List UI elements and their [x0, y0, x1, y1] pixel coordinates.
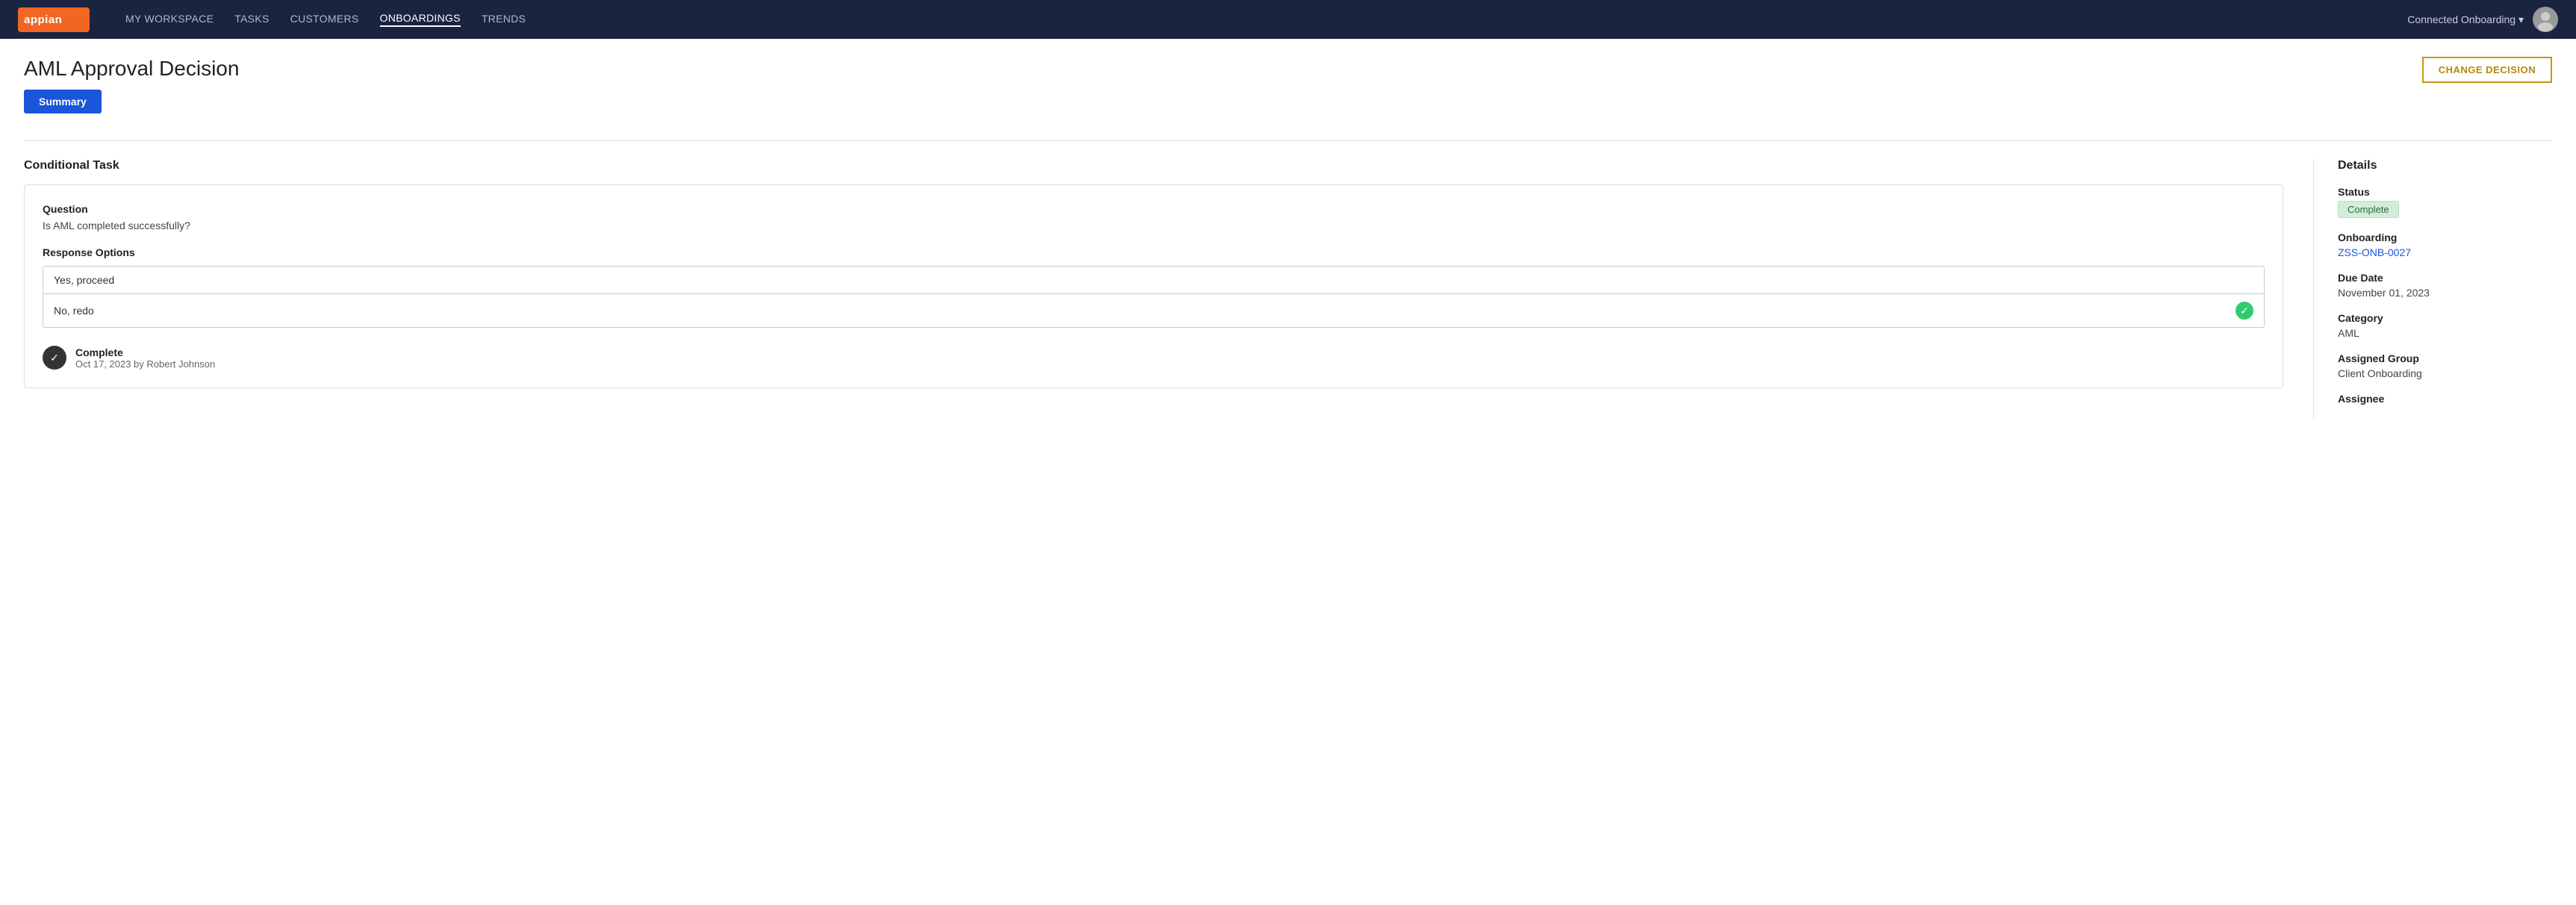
page-content: AML Approval Decision Summary CHANGE DEC… — [0, 39, 2576, 905]
title-section: AML Approval Decision Summary — [24, 57, 239, 128]
conditional-task-card: Question Is AML completed successfully? … — [24, 184, 2283, 388]
assigned-group-label: Assigned Group — [2338, 352, 2552, 364]
divider — [24, 140, 2552, 141]
response-option-yes[interactable]: Yes, proceed — [43, 266, 2265, 294]
onboarding-field: Onboarding ZSS-ONB-0027 — [2338, 231, 2552, 258]
brand-logo: appian — [18, 7, 90, 32]
summary-tab[interactable]: Summary — [24, 90, 102, 113]
complete-row: ✓ Complete Oct 17, 2023 by Robert Johnso… — [43, 346, 2265, 370]
due-date-label: Due Date — [2338, 272, 2552, 284]
response-option-yes-label: Yes, proceed — [54, 274, 114, 286]
response-options-list: Yes, proceed No, redo ✓ — [43, 266, 2265, 328]
due-date-value: November 01, 2023 — [2338, 287, 2552, 299]
nav-customers[interactable]: CUSTOMERS — [290, 13, 359, 26]
question-value: Is AML completed successfully? — [43, 220, 2265, 231]
page-title: AML Approval Decision — [24, 57, 239, 81]
complete-label: Complete — [75, 346, 215, 358]
nav-trends[interactable]: TRENDS — [482, 13, 526, 26]
page-header: AML Approval Decision Summary CHANGE DEC… — [24, 57, 2552, 128]
category-field: Category AML — [2338, 312, 2552, 339]
details-title: Details — [2338, 159, 2552, 172]
navbar: appian MY WORKSPACE TASKS CUSTOMERS ONBO… — [0, 0, 2576, 39]
appian-logo[interactable]: appian — [18, 7, 90, 32]
nav-onboardings[interactable]: ONBOARDINGS — [380, 12, 461, 27]
assigned-group-field: Assigned Group Client Onboarding — [2338, 352, 2552, 379]
status-label: Status — [2338, 186, 2552, 198]
complete-sub: Oct 17, 2023 by Robert Johnson — [75, 358, 215, 370]
question-label: Question — [43, 203, 2265, 215]
left-panel: Conditional Task Question Is AML complet… — [24, 159, 2313, 418]
nav-tasks[interactable]: TASKS — [234, 13, 269, 26]
category-label: Category — [2338, 312, 2552, 324]
selected-check-icon: ✓ — [2236, 302, 2253, 320]
response-options-label: Response Options — [43, 246, 2265, 258]
onboarding-label: Onboarding — [2338, 231, 2552, 243]
nav-links: MY WORKSPACE TASKS CUSTOMERS ONBOARDINGS… — [125, 12, 2383, 27]
assigned-group-value: Client Onboarding — [2338, 367, 2552, 379]
main-layout: Conditional Task Question Is AML complet… — [24, 159, 2552, 418]
right-panel: Details Status Complete Onboarding ZSS-O… — [2313, 159, 2552, 418]
complete-icon: ✓ — [43, 346, 66, 370]
status-field: Status Complete — [2338, 186, 2552, 218]
response-option-no-label: No, redo — [54, 305, 94, 317]
complete-text: Complete Oct 17, 2023 by Robert Johnson — [75, 346, 215, 370]
tab-row: Summary — [24, 90, 239, 113]
assignee-field: Assignee — [2338, 393, 2552, 405]
change-decision-button[interactable]: CHANGE DECISION — [2422, 57, 2552, 83]
response-option-no[interactable]: No, redo ✓ — [43, 294, 2265, 328]
assignee-label: Assignee — [2338, 393, 2552, 405]
category-value: AML — [2338, 327, 2552, 339]
nav-right: Connected Onboarding ▾ — [2407, 7, 2558, 32]
conditional-task-title: Conditional Task — [24, 159, 2283, 172]
user-label[interactable]: Connected Onboarding ▾ — [2407, 13, 2524, 26]
status-badge: Complete — [2338, 201, 2399, 218]
avatar[interactable] — [2533, 7, 2558, 32]
onboarding-value[interactable]: ZSS-ONB-0027 — [2338, 246, 2552, 258]
due-date-field: Due Date November 01, 2023 — [2338, 272, 2552, 299]
svg-text:appian: appian — [24, 13, 62, 26]
nav-my-workspace[interactable]: MY WORKSPACE — [125, 13, 214, 26]
